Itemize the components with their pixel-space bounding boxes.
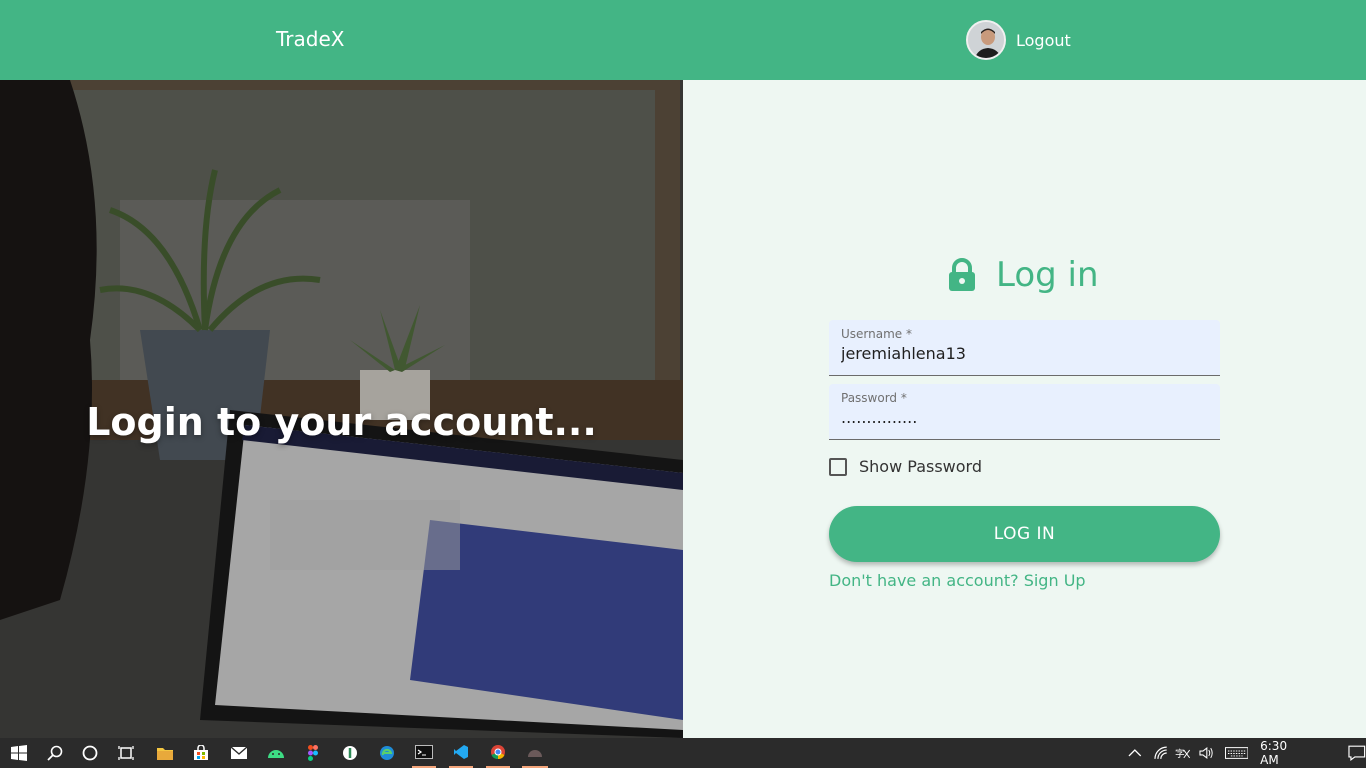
hero-image: Login to your account... bbox=[0, 80, 683, 738]
cortana-icon[interactable] bbox=[80, 738, 100, 768]
show-password-checkbox[interactable] bbox=[829, 457, 847, 476]
logout-link[interactable]: Logout bbox=[1016, 31, 1071, 50]
notification-icon[interactable] bbox=[1348, 745, 1366, 761]
keyboard-icon[interactable] bbox=[1224, 747, 1249, 759]
figma-icon[interactable] bbox=[304, 738, 322, 768]
app-icon[interactable] bbox=[340, 738, 360, 768]
show-password-toggle[interactable]: Show Password bbox=[829, 457, 982, 476]
store-icon[interactable] bbox=[191, 738, 211, 768]
volume-icon[interactable] bbox=[1199, 746, 1215, 760]
username-label: Username * bbox=[841, 327, 912, 341]
mail-icon[interactable] bbox=[228, 738, 250, 768]
password-input[interactable] bbox=[841, 408, 1208, 427]
svg-text:字: 字 bbox=[1175, 747, 1185, 760]
show-password-label: Show Password bbox=[859, 457, 982, 476]
windows-start-icon[interactable] bbox=[8, 738, 30, 768]
login-title: Log in bbox=[996, 255, 1099, 295]
language-icon[interactable]: 字 bbox=[1175, 746, 1191, 760]
vscode-icon[interactable] bbox=[449, 738, 473, 768]
search-icon[interactable] bbox=[44, 738, 66, 768]
task-view-icon[interactable] bbox=[116, 738, 136, 768]
brand-logo[interactable]: TradeX bbox=[276, 27, 344, 51]
login-header: Log in bbox=[948, 255, 1099, 295]
file-explorer-icon[interactable] bbox=[154, 738, 176, 768]
password-field[interactable]: Password * bbox=[829, 384, 1220, 440]
hero-title: Login to your account... bbox=[86, 400, 597, 444]
password-label: Password * bbox=[841, 391, 907, 405]
username-field[interactable]: Username * bbox=[829, 320, 1220, 376]
clock[interactable]: 6:30 AM bbox=[1260, 739, 1308, 767]
terminal-icon[interactable] bbox=[412, 738, 436, 768]
signup-link[interactable]: Don't have an account? Sign Up bbox=[829, 571, 1086, 590]
app-header: TradeX Logout bbox=[0, 0, 1366, 80]
username-input[interactable] bbox=[841, 344, 1208, 363]
login-button[interactable]: LOG IN bbox=[829, 506, 1220, 562]
avatar[interactable] bbox=[966, 20, 1006, 60]
user-menu[interactable]: Logout bbox=[966, 20, 1071, 60]
system-tray: 字 6:30 AM bbox=[1128, 738, 1366, 768]
edge-icon[interactable] bbox=[377, 738, 397, 768]
app2-icon[interactable] bbox=[522, 738, 548, 768]
taskbar: 字 6:30 AM bbox=[0, 738, 1366, 768]
chrome-icon[interactable] bbox=[486, 738, 510, 768]
android-studio-icon[interactable] bbox=[265, 738, 287, 768]
wifi-icon[interactable] bbox=[1154, 746, 1168, 760]
chevron-up-icon[interactable] bbox=[1128, 748, 1142, 758]
lock-icon bbox=[949, 258, 975, 291]
